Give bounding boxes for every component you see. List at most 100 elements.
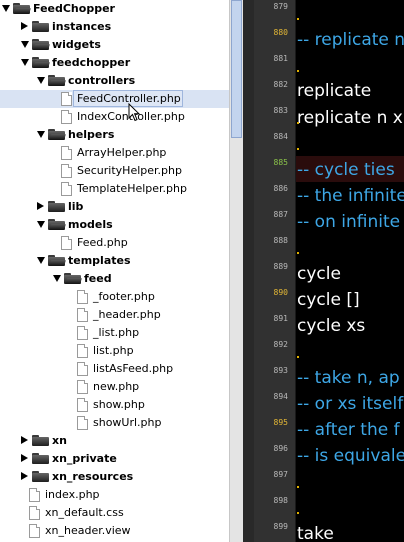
- expand-closed-icon[interactable]: [21, 472, 28, 480]
- code-line: take: [297, 524, 334, 542]
- expand-closed-icon[interactable]: [21, 436, 28, 444]
- tree-file-arrayhelper-php[interactable]: ArrayHelper.php: [0, 144, 229, 162]
- blank-line-marker: [297, 148, 299, 150]
- expand-open-icon[interactable]: [21, 59, 29, 66]
- tree-file-feedcontroller-php[interactable]: FeedController.php: [0, 90, 229, 108]
- tree-item-label: feedchopper: [52, 56, 131, 69]
- file-icon: [61, 164, 72, 178]
- tree-item-label: index.php: [45, 488, 100, 501]
- blank-line-marker: [297, 70, 299, 72]
- tree-item-label: listAsFeed.php: [93, 362, 174, 375]
- line-number: 883: [273, 106, 288, 115]
- line-number: 895: [273, 418, 288, 427]
- code-line: replicate: [297, 81, 372, 101]
- code-comment-line: -- after the f: [297, 420, 400, 440]
- code-area[interactable]: -- replicate n replicate replicate n x -- c…: [296, 0, 404, 542]
- tree-folder-models[interactable]: models: [0, 216, 229, 234]
- tree-folder-instances[interactable]: instances: [0, 18, 229, 36]
- tree-folder-feed[interactable]: feed: [0, 270, 229, 288]
- tree-file-xn-default-css[interactable]: xn_default.css: [0, 504, 229, 522]
- line-number-gutter: 879 880 881 882 883 884 885 886 887 888 889 890 891 8…: [243, 0, 296, 542]
- code-comment-line: -- replicate n: [297, 30, 404, 50]
- blank-line-marker: [297, 18, 299, 20]
- code-comment-line: -- or xs itself: [297, 394, 404, 414]
- folder-icon: [48, 75, 66, 86]
- tree-file-list-php[interactable]: list.php: [0, 342, 229, 360]
- line-number: 892: [273, 340, 288, 349]
- expand-open-icon[interactable]: [37, 257, 45, 264]
- tree-item-label: feed: [84, 272, 112, 285]
- blank-line-marker: [297, 486, 299, 488]
- tree-item-label: instances: [52, 20, 112, 33]
- tree-item-label: Feed.php: [77, 236, 128, 249]
- tree-folder-controllers[interactable]: controllers: [0, 72, 229, 90]
- expand-open-icon[interactable]: [2, 5, 10, 12]
- expand-closed-icon[interactable]: [37, 202, 44, 210]
- tree-item-label: _header.php: [93, 308, 161, 321]
- file-icon: [77, 344, 88, 358]
- tree-item-label: xn: [52, 434, 67, 447]
- tree-file-list-php[interactable]: _list.php: [0, 324, 229, 342]
- tree-file-listasfeed-php[interactable]: listAsFeed.php: [0, 360, 229, 378]
- line-number: 889: [273, 262, 288, 271]
- tree-file-show-php[interactable]: show.php: [0, 396, 229, 414]
- line-number: 897: [273, 470, 288, 479]
- tree-file-footer-php[interactable]: _footer.php: [0, 288, 229, 306]
- tree-file-indexcontroller-php[interactable]: IndexController.php: [0, 108, 229, 126]
- blank-line-marker: [297, 356, 299, 358]
- tree-file-new-php[interactable]: new.php: [0, 378, 229, 396]
- file-icon: [77, 290, 88, 304]
- tree-item-label: controllers: [68, 74, 136, 87]
- line-number: 898: [273, 496, 288, 505]
- code-editor[interactable]: 879 880 881 882 883 884 885 886 887 888 889 890 891 8…: [243, 0, 404, 542]
- line-number: 882: [273, 80, 288, 89]
- expand-open-icon[interactable]: [37, 131, 45, 138]
- tree-file-templatehelper-php[interactable]: TemplateHelper.php: [0, 180, 229, 198]
- tree-folder-templates[interactable]: templates: [0, 252, 229, 270]
- expand-open-icon[interactable]: [37, 77, 45, 84]
- file-icon: [77, 308, 88, 322]
- code-line: cycle xs: [297, 316, 366, 336]
- tree-folder-xn-resources[interactable]: xn_resources: [0, 468, 229, 486]
- code-comment-line: -- cycle ties: [297, 160, 395, 180]
- expand-open-icon[interactable]: [53, 275, 61, 282]
- folder-icon: [32, 435, 49, 446]
- expand-closed-icon[interactable]: [21, 454, 28, 462]
- file-tree: FeedChopper instances widgets feedchopper co…: [0, 0, 229, 542]
- tree-file-securityhelper-php[interactable]: SecurityHelper.php: [0, 162, 229, 180]
- tree-folder-feedchopper[interactable]: feedchopper: [0, 54, 229, 72]
- tree-folder-widgets[interactable]: widgets: [0, 36, 229, 54]
- code-comment-line: -- is equivalen: [297, 446, 404, 466]
- tree-scrollbar[interactable]: [229, 0, 243, 542]
- expand-open-icon[interactable]: [21, 41, 29, 48]
- line-number: 888: [273, 236, 288, 245]
- tree-folder-lib[interactable]: lib: [0, 198, 229, 216]
- folder-icon: [32, 57, 50, 68]
- file-icon: [29, 506, 40, 520]
- file-icon: [77, 416, 88, 430]
- tree-file-index-php[interactable]: index.php: [0, 486, 229, 504]
- expand-open-icon[interactable]: [37, 221, 45, 228]
- expand-closed-icon[interactable]: [21, 22, 28, 30]
- tree-folder-feedchopper[interactable]: FeedChopper: [0, 0, 229, 18]
- file-icon: [77, 380, 88, 394]
- line-number: 881: [273, 54, 288, 63]
- tree-item-label: widgets: [52, 38, 101, 51]
- tree-item-label: xn_default.css: [45, 506, 124, 519]
- tree-folder-xn-private[interactable]: xn_private: [0, 450, 229, 468]
- tree-file-xn-header-view[interactable]: xn_header.view: [0, 522, 229, 540]
- scrollbar-thumb[interactable]: [231, 0, 242, 138]
- code-comment-line: -- on infinite: [297, 212, 401, 232]
- tree-file-feed-php[interactable]: Feed.php: [0, 234, 229, 252]
- file-icon: [61, 182, 72, 196]
- tree-item-label: TemplateHelper.php: [77, 182, 187, 195]
- tree-folder-xn[interactable]: xn: [0, 432, 229, 450]
- line-number: 887: [273, 210, 288, 219]
- tree-file-showurl-php[interactable]: showUrl.php: [0, 414, 229, 432]
- code-line: cycle: [297, 264, 341, 284]
- folder-icon: [48, 255, 66, 266]
- file-icon: [29, 488, 40, 502]
- tree-file-header-php[interactable]: _header.php: [0, 306, 229, 324]
- tree-folder-helpers[interactable]: helpers: [0, 126, 229, 144]
- tree-item-label: SecurityHelper.php: [77, 164, 182, 177]
